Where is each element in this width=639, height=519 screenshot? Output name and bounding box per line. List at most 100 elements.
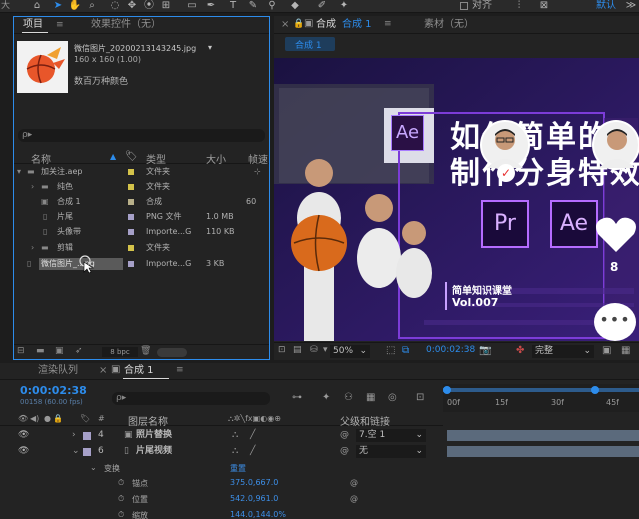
tab-footage[interactable]: 素材（无） (424, 18, 474, 32)
workspace-default[interactable]: 默认 (596, 0, 616, 12)
home-icon[interactable]: ⌂ (30, 0, 44, 12)
tab-render-queue[interactable]: 渲染队列 (38, 364, 78, 378)
camera-tool-icon[interactable]: ⦿ (142, 0, 156, 12)
shy-switch-icon[interactable]: ⛬ (232, 428, 238, 443)
pick-whip-icon[interactable]: @ (340, 444, 349, 459)
playhead-handle[interactable] (591, 386, 599, 394)
panel-menu-icon[interactable]: ≡ (384, 19, 392, 29)
property-value[interactable]: 144.0,144.0% (230, 510, 286, 519)
comp-viewer[interactable]: Ae 如何简单的 制作分身特效 Pr Ae 简单知识课堂 Vol.007 ✓ 8… (274, 58, 639, 341)
quality-switch-icon[interactable]: ╱ (250, 444, 255, 459)
selection-tool-icon[interactable]: ➤ (51, 0, 65, 12)
type-tool-icon[interactable]: T (226, 0, 240, 12)
expand-arrow-icon[interactable]: ▾ (17, 166, 21, 178)
interpret-footage-icon[interactable]: ⊟ (17, 346, 25, 356)
graph-editor-icon[interactable]: ⊡ (416, 392, 424, 403)
list-item[interactable]: ▯ 片尾 PNG 文件 1.0 MB (14, 211, 282, 223)
layer-duration-bar[interactable] (447, 446, 639, 457)
layer-name[interactable]: 照片替换 (136, 428, 172, 443)
move-tool-icon[interactable]: ✥ (125, 0, 139, 12)
region-icon[interactable]: ▤ (293, 345, 302, 355)
lock-icon[interactable]: 🔒 (293, 19, 304, 29)
pick-whip-icon[interactable]: @ (340, 428, 349, 443)
visibility-eye-icon[interactable]: 👁 (18, 444, 29, 459)
trash-icon[interactable]: 🗑 (140, 346, 151, 356)
label-column-icon[interactable]: 🏷 (125, 151, 138, 162)
list-item[interactable]: ▣ 合成 1 合成 60 (14, 196, 282, 208)
label-swatch[interactable] (83, 448, 91, 456)
clone-tool-icon[interactable]: ⚲ (265, 0, 279, 12)
work-area-bar[interactable] (443, 388, 639, 392)
view-options-icon[interactable]: ▾ (323, 345, 328, 355)
close-tab-icon[interactable]: × (281, 19, 289, 30)
collapse-arrow-icon[interactable]: › (31, 242, 34, 254)
viewer-timecode[interactable]: 0:00:02:38 (426, 345, 475, 355)
pan-behind-icon[interactable]: ⊞ (159, 0, 173, 12)
shy-switch-icon[interactable]: ⛬ (232, 444, 238, 459)
list-item[interactable]: › ▬ 剪辑 文件夹 (14, 242, 282, 254)
parent-dropdown[interactable]: 7.空 1 ⌄ (356, 429, 426, 442)
motion-blur-icon[interactable]: ◎ (388, 392, 397, 403)
color-channels-icon[interactable]: ✤ (516, 345, 524, 356)
list-item[interactable]: › ▬ 纯色 文件夹 (14, 181, 282, 193)
visibility-eye-icon[interactable]: 👁 (18, 428, 29, 443)
timeline-layer-row[interactable]: 👁 › 4 ▣ 照片替换 ⛬ ╱ @ 7.空 1 ⌄ (0, 428, 639, 443)
hand-tool-icon[interactable]: ✋ (68, 0, 82, 12)
collapse-arrow-icon[interactable]: ⌄ (72, 444, 80, 459)
column-type[interactable]: 类型 (146, 151, 166, 166)
dropdown-arrow-icon[interactable]: ▾ (208, 43, 212, 52)
layer-name[interactable]: 片尾视频 (136, 444, 172, 459)
bit-depth-button[interactable]: 8 bpc (102, 347, 138, 357)
resolution-dropdown[interactable]: 完整 ⌄ (532, 345, 594, 358)
snap-edges-icon[interactable]: ⫶ (512, 0, 526, 12)
parent-dropdown[interactable]: 无 ⌄ (356, 445, 426, 458)
collapse-arrow-icon[interactable]: ⌄ (90, 463, 97, 472)
layer-duration-bar[interactable] (447, 430, 639, 441)
collapse-arrow-icon[interactable]: › (31, 181, 34, 193)
stopwatch-icon[interactable]: ⏱ (118, 494, 124, 504)
fit-frame-icon[interactable]: ⬚ (386, 345, 395, 356)
new-folder-icon[interactable]: ▬ (36, 346, 45, 356)
draft-3d-icon[interactable]: ✦ (322, 392, 330, 403)
region-of-interest-icon[interactable]: ▣ (602, 345, 611, 356)
zoom-dropdown[interactable]: 50% ⌄ (330, 345, 370, 358)
column-frame-rate[interactable]: 帧速 (248, 151, 268, 166)
current-time[interactable]: 0:00:02:38 (20, 384, 87, 397)
comp-flowchart-icon[interactable]: ⊶ (292, 392, 302, 403)
rectangle-tool-icon[interactable]: ▭ (185, 0, 199, 12)
snapshot-icon[interactable]: 📷 (479, 345, 491, 356)
property-value[interactable]: 375.0,667.0 (230, 478, 278, 487)
list-item[interactable]: ▯ 微信图片_...pg Importe...G 3 KB (14, 258, 282, 270)
sort-arrow-icon[interactable]: ▲ (110, 152, 116, 161)
expand-arrow-icon[interactable]: › (72, 428, 76, 443)
reset-link[interactable]: 重置 (230, 463, 246, 474)
timeline-search-input[interactable]: ρ▸ (112, 392, 270, 405)
panel-menu-icon[interactable]: ≡ (176, 365, 184, 375)
snap-checkbox[interactable] (460, 2, 468, 10)
workspace-menu-icon[interactable]: ≫ (624, 0, 638, 12)
snap-point-icon[interactable]: ⊠ (537, 0, 551, 12)
tab-effect-controls[interactable]: 效果控件（无） (91, 18, 161, 32)
adjust-project-icon[interactable]: ➶ (75, 346, 83, 356)
column-size[interactable]: 大小 (206, 151, 226, 166)
timeline-layer-row[interactable]: 👁 ⌄ 6 ▯ 片尾视频 ⛬ ╱ @ 无 ⌄ (0, 444, 639, 459)
zoom-tool-icon[interactable]: ⌕ (85, 0, 99, 12)
frame-blending-icon[interactable]: ▦ (366, 392, 375, 403)
roto-tool-icon[interactable]: ✐ (315, 0, 329, 12)
work-area-start-handle[interactable] (443, 386, 451, 394)
pen-tool-icon[interactable]: ✒ (204, 0, 218, 12)
tab-composition-name[interactable]: 合成 1 (342, 18, 372, 32)
shy-layers-icon[interactable]: ⚇ (344, 392, 353, 403)
comp-breadcrumb[interactable]: 合成 1 (285, 37, 335, 51)
time-ruler[interactable]: 00f 15f 30f 45f (443, 384, 639, 412)
brush-tool-icon[interactable]: ✎ (246, 0, 260, 12)
grid-toggle-icon[interactable]: ⧉ (402, 345, 409, 356)
close-tab-icon[interactable]: × (99, 365, 107, 376)
puppet-tool-icon[interactable]: ✦ (337, 0, 351, 12)
quality-switch-icon[interactable]: ╱ (250, 428, 255, 443)
project-search-input[interactable]: ρ▸ (18, 129, 265, 142)
column-parent-link[interactable]: 父级和链接 (340, 413, 390, 428)
list-item[interactable]: ▯ 头像带 Importe...G 110 KB (14, 226, 282, 238)
property-value[interactable]: 542.0,961.0 (230, 494, 278, 503)
label-swatch[interactable] (83, 432, 91, 440)
